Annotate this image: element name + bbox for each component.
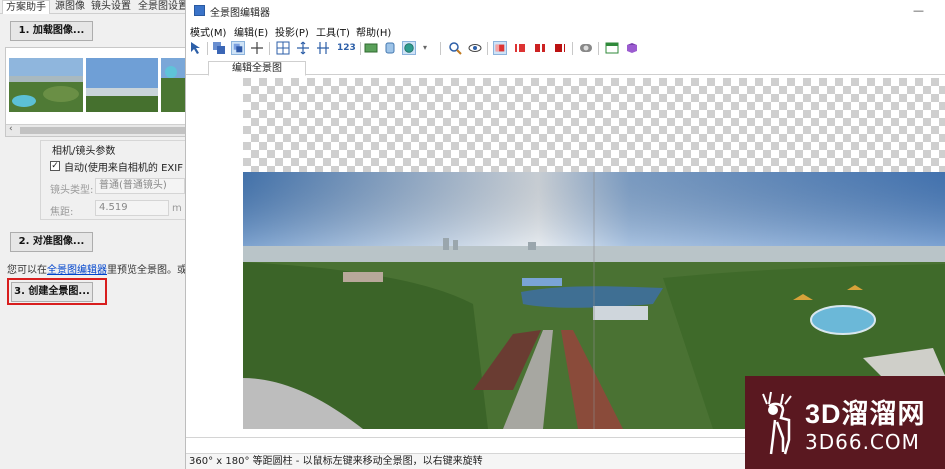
toolbar-separator xyxy=(487,42,488,55)
zoom-icon[interactable] xyxy=(448,41,462,55)
toolbar-separator xyxy=(598,42,599,55)
exif-checkbox[interactable]: ✓ xyxy=(50,161,60,171)
crosshair-icon[interactable] xyxy=(250,41,264,55)
menu-projection[interactable]: 投影(P) xyxy=(275,24,309,39)
hint-prefix: 您可以在 xyxy=(7,265,47,276)
toolbar-separator xyxy=(440,42,441,55)
tab-source-images[interactable]: 源图像 xyxy=(52,0,88,14)
blend-mode-4-icon[interactable] xyxy=(553,41,567,55)
image-layers-icon[interactable] xyxy=(212,41,226,55)
help-book-icon[interactable] xyxy=(625,41,639,55)
tab-edit-panorama[interactable]: 编辑全景图 xyxy=(208,61,306,76)
thumbnail-image-2[interactable] xyxy=(86,58,158,112)
mask-layers-icon[interactable] xyxy=(231,41,245,55)
window-panel-icon[interactable] xyxy=(605,41,619,55)
window-title: 全景图编辑器 xyxy=(210,8,270,19)
lens-type-select[interactable]: 普通(普通镜头) xyxy=(95,178,185,194)
preview-eye-icon[interactable] xyxy=(468,41,482,55)
toolbar-separator xyxy=(572,42,573,55)
tab-panorama-settings[interactable]: 全景图设置 xyxy=(135,0,191,14)
watermark-title: 3D溜溜网 xyxy=(805,399,926,429)
deer-logo-icon xyxy=(762,391,792,455)
menu-tools[interactable]: 工具(T) xyxy=(316,24,350,39)
tab-assistant[interactable]: 方案助手 xyxy=(2,0,50,14)
toolbar-separator xyxy=(360,42,361,55)
blend-mode-3-icon[interactable] xyxy=(533,41,547,55)
cylinder-projection-icon[interactable] xyxy=(383,41,397,55)
load-images-button[interactable]: 1. 加载图像... xyxy=(10,21,93,41)
menu-bar: 模式(M) 编辑(E) 投影(P) 工具(T) 帮助(H) xyxy=(186,22,945,39)
lens-type-label: 镜头类型: xyxy=(50,185,94,196)
panorama-editor-link[interactable]: 全景图编辑器 xyxy=(47,265,107,276)
equirect-projection-icon[interactable] xyxy=(364,41,378,55)
blend-mode-1-icon[interactable] xyxy=(493,41,507,55)
move-icon[interactable] xyxy=(296,41,310,55)
menu-mode[interactable]: 模式(M) xyxy=(190,24,226,39)
site-watermark: 3D溜溜网 3D66.COM xyxy=(745,376,945,469)
sphere-projection-icon[interactable] xyxy=(402,41,416,55)
scroll-left-arrow-icon[interactable]: ‹ xyxy=(9,124,13,134)
minimize-icon[interactable]: — xyxy=(913,4,924,17)
toolbar-separator xyxy=(207,42,208,55)
focal-unit-label: m xyxy=(172,203,182,214)
editor-tab-strip: 编辑全景图 xyxy=(186,59,945,76)
grid-icon[interactable] xyxy=(276,41,290,55)
hint-suffix: 里预览全景图。或 xyxy=(107,265,187,276)
exif-checkbox-label: 自动(使用来自相机的 EXIF 数 xyxy=(64,163,197,174)
thumbnail-image-1[interactable] xyxy=(9,58,83,112)
focal-length-label: 焦距: xyxy=(50,207,74,218)
menu-edit[interactable]: 编辑(E) xyxy=(234,24,268,39)
blend-mode-2-icon[interactable] xyxy=(513,41,527,55)
focal-length-input[interactable]: 4.519 xyxy=(95,200,169,216)
app-icon xyxy=(194,5,205,16)
tab-lens-settings[interactable]: 镜头设置 xyxy=(88,0,134,14)
numeric-transform-button[interactable]: 123 xyxy=(337,41,356,55)
create-panorama-button[interactable]: 3. 创建全景图... xyxy=(11,282,93,302)
align-images-button[interactable]: 2. 对准图像... xyxy=(10,232,93,252)
select-arrow-icon[interactable] xyxy=(189,41,203,55)
editor-toolbar: 123 ▾ xyxy=(186,39,945,59)
menu-help[interactable]: 帮助(H) xyxy=(356,24,391,39)
editor-title-bar[interactable]: 全景图编辑器 — xyxy=(186,0,945,22)
watermark-domain: 3D66.COM xyxy=(805,430,920,454)
image-count-icon[interactable] xyxy=(579,41,593,55)
editor-hint-text: 您可以在全景图编辑器里预览全景图。或 xyxy=(7,261,187,276)
projection-dropdown-icon[interactable]: ▾ xyxy=(423,41,437,55)
camera-group-title: 相机/镜头参数 xyxy=(52,146,116,157)
straighten-icon[interactable] xyxy=(316,41,330,55)
toolbar-separator xyxy=(269,42,270,55)
